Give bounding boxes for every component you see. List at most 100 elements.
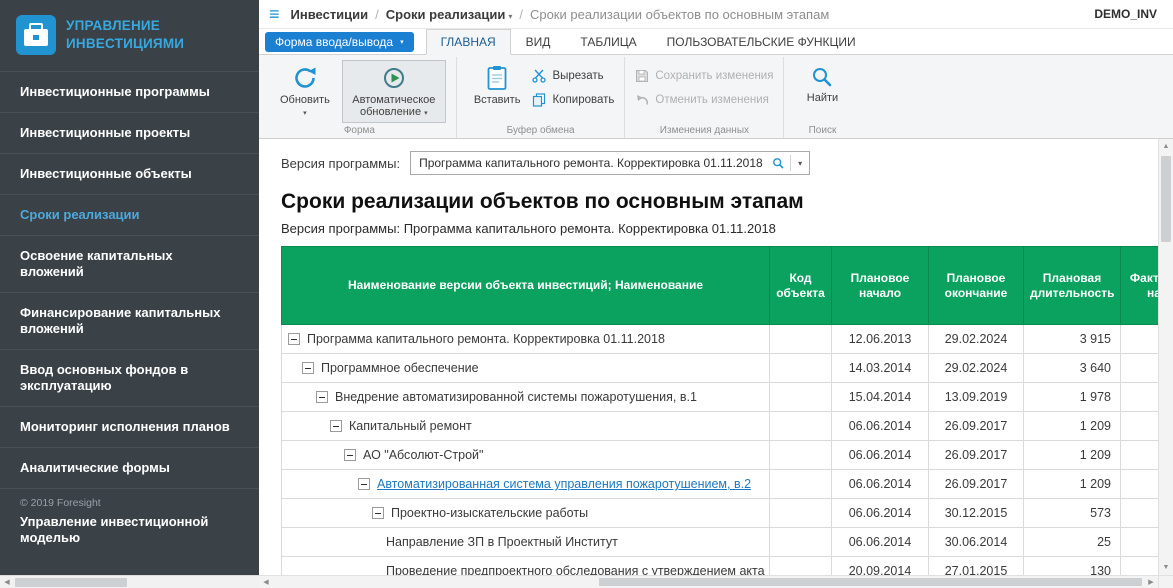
- page-title: Сроки реализации объектов по основным эт…: [281, 190, 1173, 214]
- column-header-plan-start[interactable]: Плановое начало: [832, 247, 929, 325]
- cell-plan-end: 29.02.2024: [929, 354, 1024, 383]
- breadcrumb-section[interactable]: Сроки реализации▾: [386, 7, 513, 22]
- sidebar-item[interactable]: Ввод основных фондов в эксплуатацию: [0, 349, 259, 406]
- sidebar-item[interactable]: Финансирование капитальных вложений: [0, 292, 259, 349]
- app-window: УПРАВЛЕНИЕ ИНВЕСТИЦИЯМИ Инвестиционные п…: [0, 0, 1173, 588]
- column-header-name[interactable]: Наименование версии объекта инвестиций; …: [282, 247, 770, 325]
- table-row[interactable]: Программное обеспечение 14.03.2014 29.02…: [282, 354, 1173, 383]
- collapse-toggle-icon[interactable]: [302, 362, 314, 374]
- object-name[interactable]: Автоматизированная система управления по…: [377, 477, 751, 491]
- scroll-left-icon[interactable]: ◀: [259, 576, 273, 588]
- collapse-toggle-icon[interactable]: [372, 507, 384, 519]
- cell-plan-duration: 573: [1024, 499, 1121, 528]
- scroll-left-icon[interactable]: ◀: [0, 576, 14, 588]
- ribbon-tab[interactable]: ПОЛЬЗОВАТЕЛЬСКИЕ ФУНКЦИИ: [652, 29, 871, 54]
- sidebar-item[interactable]: Инвестиционные проекты: [0, 112, 259, 153]
- sidebar-item-label: Инвестиционные проекты: [20, 125, 190, 140]
- table-header-row: Наименование версии объекта инвестиций; …: [282, 247, 1173, 325]
- undo-changes-button[interactable]: Отменить изменения: [635, 93, 773, 107]
- table-row[interactable]: Направление ЗП в Проектный Институт 06.0…: [282, 528, 1173, 557]
- column-header-code[interactable]: Код объекта: [770, 247, 832, 325]
- save-icon: [635, 69, 649, 83]
- ribbon-group-changes: Сохранить изменения Отменить изменения И…: [625, 57, 784, 138]
- table-row[interactable]: Внедрение автоматизированной системы пож…: [282, 383, 1173, 412]
- collapse-toggle-icon[interactable]: [288, 333, 300, 345]
- vertical-scrollbar[interactable]: ▲ ▼: [1158, 139, 1173, 575]
- cell-plan-end: 30.12.2015: [929, 499, 1024, 528]
- object-name: Программа капитального ремонта. Корректи…: [307, 332, 665, 346]
- find-button[interactable]: Найти: [794, 60, 850, 107]
- form-io-button[interactable]: Форма ввода/вывода ▾: [265, 32, 414, 52]
- menu-icon[interactable]: ≡: [269, 5, 280, 23]
- version-selector-row: Версия программы: Программа капитального…: [281, 151, 1173, 175]
- ribbon-group-label-clipboard: Буфер обмена: [457, 125, 625, 136]
- scroll-up-icon[interactable]: ▲: [1159, 139, 1173, 154]
- page-subtitle: Версия программы: Программа капитального…: [281, 221, 1173, 236]
- sidebar-item[interactable]: Освоение капитальных вложений: [0, 235, 259, 292]
- object-name: Внедрение автоматизированной системы пож…: [335, 390, 697, 404]
- sidebar-item-model-management[interactable]: Управление инвестиционной моделью: [0, 511, 259, 549]
- sidebar-scrollbar-thumb[interactable]: [15, 578, 127, 587]
- sidebar-item[interactable]: Сроки реализации: [0, 194, 259, 235]
- horizontal-scrollbar-thumb[interactable]: [599, 578, 1142, 586]
- sidebar-item[interactable]: Инвестиционные объекты: [0, 153, 259, 194]
- cell-object-code: [770, 325, 832, 354]
- sidebar: УПРАВЛЕНИЕ ИНВЕСТИЦИЯМИ Инвестиционные п…: [0, 0, 259, 588]
- copy-button[interactable]: Копировать: [532, 93, 614, 107]
- app-title-line1: УПРАВЛЕНИЕ: [66, 17, 184, 35]
- cell-plan-start: 06.06.2014: [832, 412, 929, 441]
- ribbon-tabs: ГЛАВНАЯВИДТАБЛИЦАПОЛЬЗОВАТЕЛЬСКИЕ ФУНКЦИ…: [426, 29, 871, 54]
- ribbon-tab[interactable]: ТАБЛИЦА: [565, 29, 651, 54]
- sidebar-item[interactable]: Аналитические формы: [0, 447, 259, 488]
- ribbon-toolbar: Обновить ▾ Автоматическое обновление ▾ Ф…: [259, 55, 1173, 139]
- app-title-line2: ИНВЕСТИЦИЯМИ: [66, 35, 184, 53]
- sidebar-item[interactable]: Инвестиционные программы: [0, 71, 259, 112]
- search-icon[interactable]: [772, 157, 785, 170]
- find-label: Найти: [807, 92, 838, 104]
- collapse-toggle-icon[interactable]: [344, 449, 356, 461]
- auto-refresh-button[interactable]: Автоматическое обновление ▾: [342, 60, 446, 123]
- chevron-down-icon[interactable]: ▾: [796, 159, 804, 168]
- app-logo[interactable]: УПРАВЛЕНИЕ ИНВЕСТИЦИЯМИ: [0, 0, 259, 71]
- save-changes-button[interactable]: Сохранить изменения: [635, 69, 773, 83]
- table-row[interactable]: Программа капитального ремонта. Корректи…: [282, 325, 1173, 354]
- cell-object-code: [770, 441, 832, 470]
- copy-label: Копировать: [552, 94, 614, 106]
- object-name: Программное обеспечение: [321, 361, 479, 375]
- column-header-plan-end[interactable]: Плановое окончание: [929, 247, 1024, 325]
- version-combobox[interactable]: Программа капитального ремонта. Корректи…: [410, 151, 810, 175]
- cell-plan-end: 13.09.2019: [929, 383, 1024, 412]
- collapse-toggle-icon[interactable]: [358, 478, 370, 490]
- chevron-down-icon: ▾: [400, 38, 404, 46]
- collapse-toggle-icon[interactable]: [316, 391, 328, 403]
- scrollbar-corner: [1158, 575, 1173, 588]
- table-row[interactable]: Капитальный ремонт 06.06.2014 26.09.2017…: [282, 412, 1173, 441]
- paste-button[interactable]: Вставить: [467, 60, 528, 109]
- vertical-scrollbar-thumb[interactable]: [1161, 156, 1171, 242]
- ribbon-group-label-form: Форма: [263, 125, 456, 136]
- cell-plan-duration: 1 209: [1024, 412, 1121, 441]
- copyright-label: © 2019 Foresight: [0, 488, 259, 511]
- ribbon-group-search: Найти Поиск: [784, 57, 860, 138]
- scroll-right-icon[interactable]: ▶: [1144, 576, 1158, 588]
- table-row[interactable]: Автоматизированная система управления по…: [282, 470, 1173, 499]
- auto-refresh-label: Автоматическое обновление ▾: [349, 94, 439, 120]
- table-row[interactable]: Проектно-изыскательские работы 06.06.201…: [282, 499, 1173, 528]
- cell-object-code: [770, 528, 832, 557]
- ribbon-tab[interactable]: ВИД: [511, 29, 566, 54]
- sidebar-item[interactable]: Мониторинг исполнения планов: [0, 406, 259, 447]
- breadcrumb-root[interactable]: Инвестиции: [291, 7, 369, 22]
- undo-icon: [635, 93, 649, 107]
- user-badge[interactable]: DEMO_INV: [1094, 7, 1157, 21]
- save-changes-label: Сохранить изменения: [655, 70, 773, 82]
- refresh-button[interactable]: Обновить ▾: [273, 60, 337, 120]
- sidebar-horizontal-scrollbar[interactable]: ◀: [0, 575, 259, 588]
- collapse-toggle-icon[interactable]: [330, 420, 342, 432]
- column-header-plan-duration[interactable]: Плановая длительность: [1024, 247, 1121, 325]
- ribbon-tab[interactable]: ГЛАВНАЯ: [426, 29, 511, 55]
- table-row[interactable]: АО "Абсолют-Строй" 06.06.2014 26.09.2017…: [282, 441, 1173, 470]
- horizontal-scrollbar[interactable]: ◀ ▶: [259, 575, 1158, 588]
- scroll-down-icon[interactable]: ▼: [1159, 560, 1173, 575]
- cut-label: Вырезать: [552, 70, 603, 82]
- cut-button[interactable]: Вырезать: [532, 69, 614, 83]
